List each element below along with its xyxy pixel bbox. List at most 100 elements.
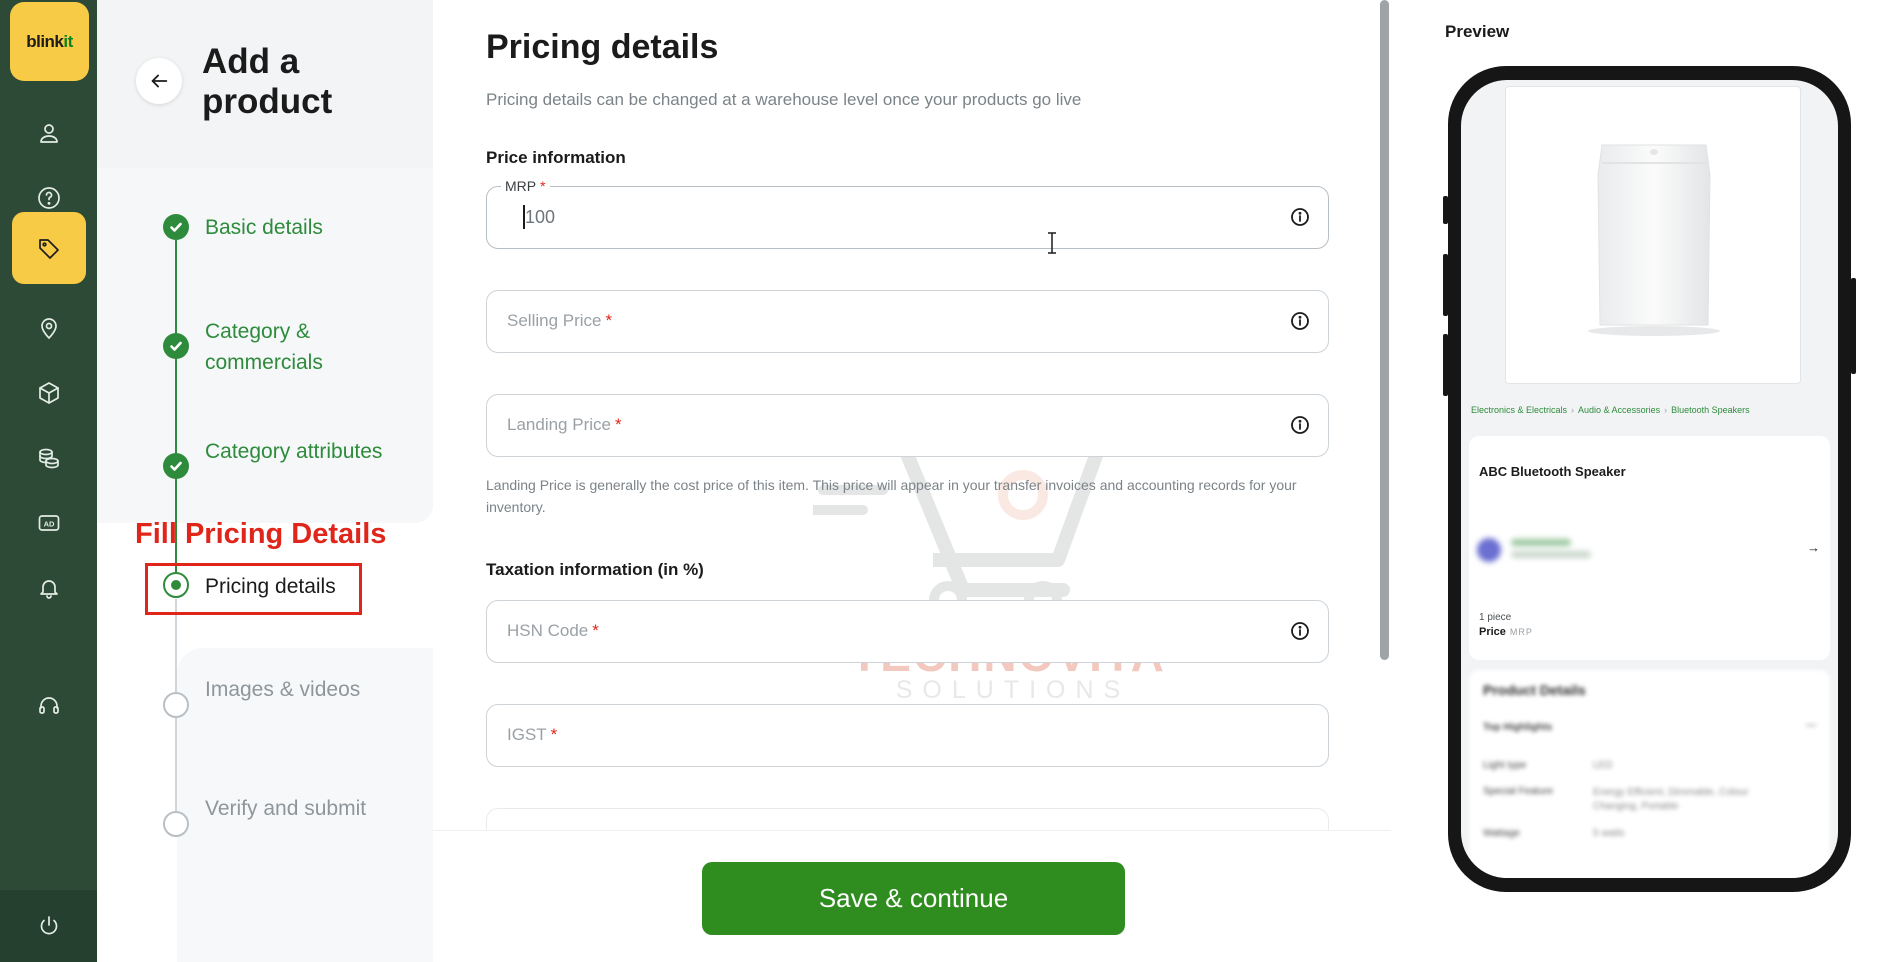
preview-brand-row-blurred [1477,536,1597,562]
phone-side-button [1851,278,1856,374]
preview-details-title: Product Details [1483,682,1586,698]
nav-rail: blink it AD [0,0,97,962]
detail-key: Wattage [1483,828,1520,839]
rail-profile-button[interactable] [12,103,86,163]
annotation-label: Fill Pricing Details [135,518,387,550]
mrp-label: MRP * [501,178,550,194]
mrp-field[interactable]: MRP * 100 [486,178,1329,249]
preview-mrp-label: MRP [1509,627,1533,637]
watermark-subtitle: SOLUTIONS [895,676,1131,704]
selling-price-placeholder-text: Selling Price [507,311,602,330]
hsn-placeholder-text: HSN Code [507,621,589,640]
crumb-separator: › [1571,405,1575,415]
help-icon [38,187,60,209]
bell-icon [40,580,58,599]
phone-screen: Electronics & Electricals › Audio & Access… [1461,80,1838,878]
info-icon[interactable] [1290,621,1310,641]
tag-icon [39,239,59,259]
preview-product-card: ABC Bluetooth Speaker → 1 piece Price MRP [1469,436,1830,660]
selling-price-placeholder: Selling Price * [507,311,612,331]
preview-title: Preview [1445,22,1510,41]
blinkit-logo[interactable]: blink it [10,2,89,81]
page-title: Add a product [202,42,333,121]
phone-mockup: Electronics & Electricals › Audio & Access… [1448,66,1851,892]
required-mark: * [605,311,613,330]
step-verify-submit: Verify and submit [205,797,367,820]
crumb-2: Audio & Accessories [1578,405,1661,415]
step-pending-icon [163,692,189,718]
info-icon[interactable] [1290,415,1310,435]
crumb-separator: › [1664,405,1668,415]
box-icon [39,382,59,404]
product-image [1505,86,1801,384]
landing-price-helper: Landing Price is generally the cost pric… [486,477,1297,515]
step-basic-details[interactable]: Basic details [205,212,395,243]
power-icon [40,916,57,935]
igst-field[interactable]: IGST * [486,704,1329,767]
rail-inventory-button[interactable] [12,363,86,423]
headset-icon [39,697,59,714]
required-mark: * [550,725,558,744]
required-mark: * [614,415,622,434]
save-continue-button[interactable]: Save & continue [702,862,1125,935]
crumb-3: Bluetooth Speakers [1671,405,1750,415]
igst-placeholder-text: IGST [507,725,547,744]
pricing-form: TECHNOVITA SOLUTIONS Pricing details Pri… [433,0,1392,962]
step-category-commercials[interactable]: Category & commercials [205,316,395,378]
detail-value: 5 watts [1593,828,1625,839]
user-icon [40,124,58,143]
pouch-image [1588,144,1720,336]
step-images-videos: Images & videos [205,678,361,701]
step-pending-icon [163,811,189,837]
location-pin-icon [41,318,57,339]
app-root: blink it AD Add a product Basic details … [0,0,1886,962]
rail-ads-button[interactable]: AD [12,493,86,553]
mrp-label-text: MRP [505,178,537,194]
preview-product-name: ABC Bluetooth Speaker [1479,464,1626,479]
rail-support-button[interactable] [12,676,86,736]
detail-value: LED [1593,760,1613,771]
detail-key: Special Feature [1483,786,1554,797]
step-current-icon [163,572,189,598]
rail-payments-button[interactable] [12,428,86,488]
form-scrollbar[interactable] [1380,0,1389,660]
selling-price-field[interactable]: Selling Price * [486,290,1329,353]
preview-panel: Preview Electronics & Electricals › Audi… [1391,0,1886,962]
rail-logout-button[interactable] [0,890,97,962]
step-check-icon [163,214,189,240]
preview-unit: 1 piece [1479,612,1512,623]
rail-products-button[interactable] [12,212,86,284]
mrp-value[interactable]: 100 [525,207,555,228]
back-button[interactable] [136,58,182,104]
preview-breadcrumbs: Electronics & Electricals › Audio & Access… [1471,405,1750,415]
step-category-attributes[interactable]: Category attributes [205,436,395,467]
price-section-title: Price information [486,148,626,167]
stepper-panel: Add a product Basic details Category & c… [97,0,433,962]
landing-price-placeholder: Landing Price * [507,415,622,435]
detail-key: Light type [1483,760,1527,771]
detail-value: Energy Efficient, Dimmable, Colour Chang… [1593,787,1749,812]
rail-location-button[interactable] [12,298,86,358]
igst-placeholder: IGST * [507,725,557,745]
svg-text:AD: AD [44,520,55,529]
hsn-code-field[interactable]: HSN Code * [486,600,1329,663]
hsn-placeholder: HSN Code * [507,621,599,641]
chevron-up-icon: — [1806,720,1816,731]
preview-price-label: Price [1479,626,1506,638]
landing-price-placeholder-text: Landing Price [507,415,611,434]
form-subtitle: Pricing details can be changed at a ware… [486,90,1082,109]
landing-price-field[interactable]: Landing Price * [486,394,1329,457]
preview-price: Price MRP [1479,626,1533,638]
step-check-icon [163,453,189,479]
info-icon[interactable] [1290,207,1310,227]
step-check-icon [163,333,189,359]
info-icon[interactable] [1290,311,1310,331]
tax-section-title: Taxation information (in %) [486,560,704,579]
ad-icon: AD [38,515,60,531]
rail-notifications-button[interactable] [12,558,86,618]
coins-icon [39,448,59,469]
text-cursor-icon [1048,232,1056,254]
required-mark: * [592,621,599,640]
detail-key: Top Highlights [1483,722,1553,733]
step-pricing-details[interactable]: Pricing details [205,571,395,602]
